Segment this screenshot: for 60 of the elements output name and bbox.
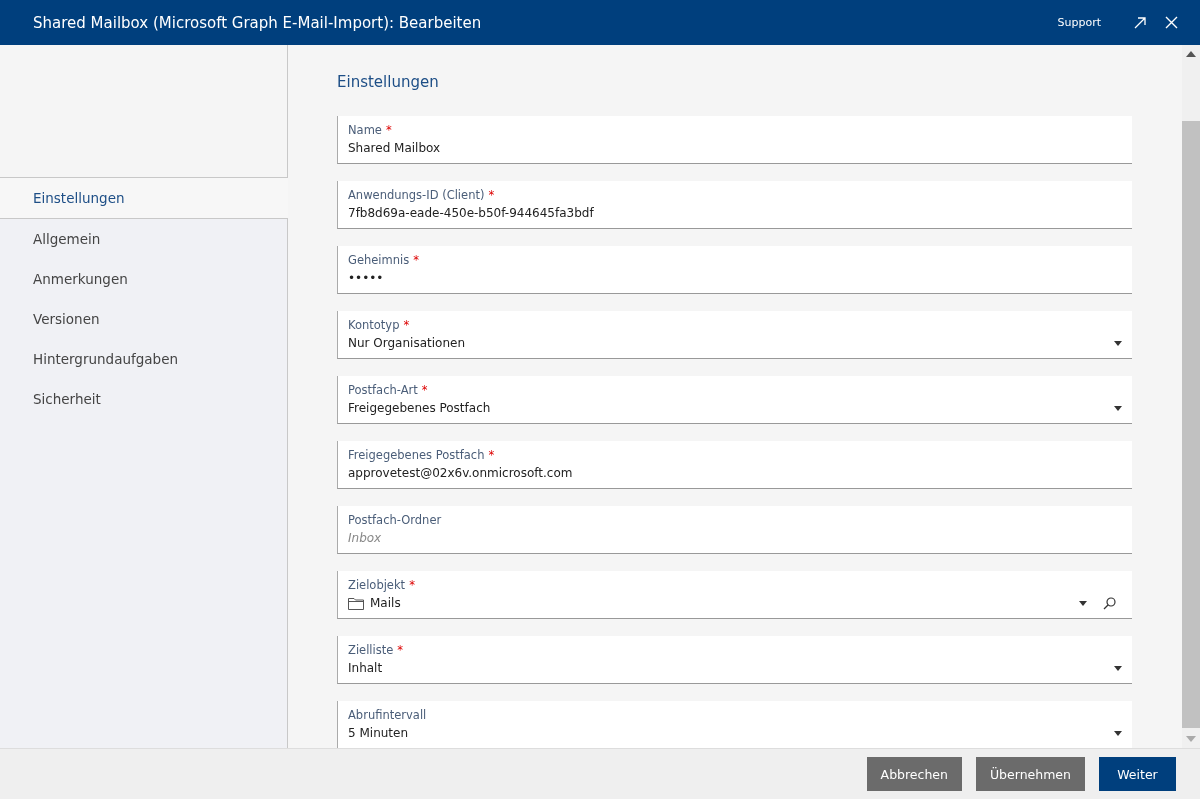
required-asterisk: * xyxy=(488,448,495,462)
sidebar-item[interactable]: Allgemein xyxy=(0,219,287,259)
dropdown-field[interactable]: Postfach-Art * Freigegebenes Postfach xyxy=(337,376,1132,424)
caret-icon[interactable] xyxy=(1114,340,1122,346)
input-field[interactable]: Postfach-Ordner Inbox xyxy=(337,506,1132,554)
dropdown-field[interactable]: Zielobjekt * Mails xyxy=(337,571,1132,619)
input-field[interactable]: Name * Shared Mailbox xyxy=(337,116,1132,164)
required-asterisk: * xyxy=(403,318,410,332)
field-value: Inhalt xyxy=(348,661,383,675)
field-label: Abrufintervall xyxy=(348,708,427,722)
search-icon[interactable] xyxy=(1103,596,1116,610)
expand-icon[interactable] xyxy=(1133,15,1147,30)
close-icon[interactable] xyxy=(1165,16,1178,29)
field-label: Geheimnis xyxy=(348,253,410,267)
dropdown-field[interactable]: Abrufintervall 5 Minuten xyxy=(337,701,1132,748)
action-button[interactable]: Übernehmen xyxy=(975,757,1085,791)
dropdown-field[interactable]: Zielliste * Inhalt xyxy=(337,636,1132,684)
section-title: Einstellungen xyxy=(337,73,440,91)
required-asterisk: * xyxy=(397,643,404,657)
field-value: Shared Mailbox xyxy=(348,141,441,155)
action-button[interactable]: Abbrechen xyxy=(866,757,962,791)
scroll-up-icon[interactable] xyxy=(1186,51,1196,57)
field-value: Mails xyxy=(370,596,401,610)
field-label: Kontotyp xyxy=(348,318,400,332)
window-title: Shared Mailbox (Microsoft Graph E-Mail-Import): Bearbeiten xyxy=(33,13,483,32)
sidebar-item[interactable]: Hintergrundaufgaben xyxy=(0,339,287,379)
field-label: Zielobjekt xyxy=(348,578,406,592)
folder-icon xyxy=(348,596,364,610)
field-label: Zielliste xyxy=(348,643,394,657)
input-field[interactable]: Geheimnis * ••••• xyxy=(337,246,1132,294)
required-asterisk: * xyxy=(421,383,428,397)
sidebar-item[interactable]: Einstellungen xyxy=(0,178,288,219)
required-asterisk: * xyxy=(413,253,419,267)
field-label: Postfach-Ordner xyxy=(348,513,442,527)
caret-icon[interactable] xyxy=(1114,405,1122,411)
required-asterisk: * xyxy=(409,578,415,592)
sidebar-item[interactable]: Anmerkungen xyxy=(0,259,287,299)
input-field[interactable]: Freigegebenes Postfach * approvetest@02x6v.onmicrosoft.com xyxy=(337,441,1132,489)
next-button[interactable]: Weiter xyxy=(1099,757,1176,791)
field-label: Name xyxy=(348,123,382,137)
field-value: 5 Minuten xyxy=(348,726,409,740)
field-value: Nur Organisationen xyxy=(348,336,465,350)
field-label: Anwendungs-ID (Client) xyxy=(348,188,485,202)
sidebar-item[interactable]: Sicherheit xyxy=(0,379,287,419)
field-label: Postfach-Art xyxy=(348,383,418,397)
field-value: Freigegebenes Postfach xyxy=(348,401,491,415)
field-placeholder: Inbox xyxy=(348,531,382,545)
required-asterisk: * xyxy=(488,188,495,202)
field-value: 7fb8d69a-eade-450e-b50f-944645fa3bdf xyxy=(348,206,594,220)
sidebar-item[interactable]: Versionen xyxy=(0,299,287,339)
caret-icon[interactable] xyxy=(1114,730,1122,736)
caret-icon[interactable] xyxy=(1079,600,1087,606)
support-link[interactable]: Support xyxy=(1057,16,1101,29)
field-value: ••••• xyxy=(348,271,384,285)
caret-icon[interactable] xyxy=(1114,665,1122,671)
field-value: approvetest@02x6v.onmicrosoft.com xyxy=(348,466,573,480)
dropdown-field[interactable]: Kontotyp * Nur Organisationen xyxy=(337,311,1132,359)
field-label: Freigegebenes Postfach xyxy=(348,448,485,462)
input-field[interactable]: Anwendungs-ID (Client) * 7fb8d69a-eade-450e-b50f-944645fa3bdf xyxy=(337,181,1132,229)
required-asterisk: * xyxy=(385,123,392,137)
